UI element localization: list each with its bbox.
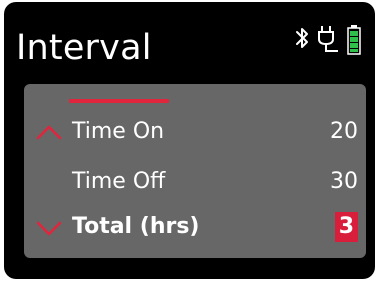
bluetooth-icon xyxy=(296,28,308,48)
setting-row-total-hrs[interactable]: Total (hrs) 3 xyxy=(24,209,366,245)
device-screen: Interval Time On 20 Time Off 30 Total (h… xyxy=(4,2,375,279)
chevron-up-icon[interactable] xyxy=(36,124,62,140)
setting-label: Time Off xyxy=(72,169,166,194)
status-bar xyxy=(294,20,374,60)
selection-indicator-line xyxy=(69,99,169,103)
setting-value: 20 xyxy=(330,119,358,144)
setting-value: 30 xyxy=(330,169,358,194)
settings-panel: Time On 20 Time Off 30 Total (hrs) 3 xyxy=(24,84,366,258)
setting-value-selected[interactable]: 3 xyxy=(334,209,358,245)
setting-label: Time On xyxy=(72,119,165,144)
battery-icon xyxy=(347,25,361,55)
selected-value-box[interactable]: 3 xyxy=(334,212,358,242)
setting-row-time-on[interactable]: Time On 20 xyxy=(24,114,366,150)
setting-row-time-off[interactable]: Time Off 30 xyxy=(24,164,366,200)
power-plug-icon xyxy=(318,26,338,52)
screen-title: Interval xyxy=(16,28,152,68)
chevron-down-icon[interactable] xyxy=(36,221,62,237)
setting-label: Total (hrs) xyxy=(72,214,200,239)
